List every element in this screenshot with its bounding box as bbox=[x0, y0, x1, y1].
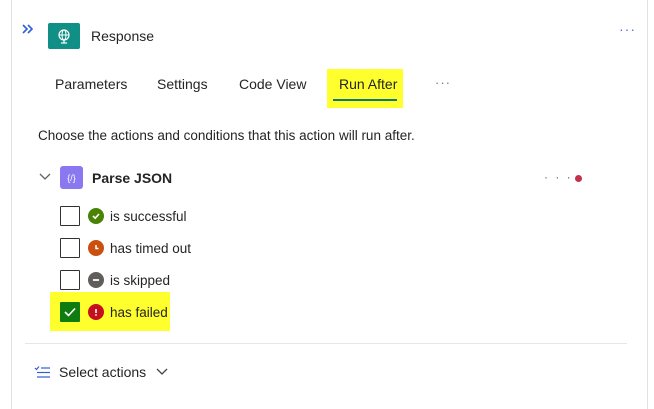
run-after-option-successful[interactable]: is successful bbox=[60, 206, 187, 226]
response-app-icon bbox=[48, 23, 80, 49]
checkmark-icon bbox=[64, 307, 76, 317]
more-options-button[interactable]: ··· bbox=[619, 21, 636, 37]
section-divider bbox=[25, 343, 627, 344]
checkbox-is-successful[interactable] bbox=[60, 206, 80, 226]
chevron-down-icon bbox=[155, 365, 169, 379]
tabs-overflow-button[interactable]: ··· bbox=[435, 75, 451, 90]
collapse-panel-button[interactable] bbox=[20, 21, 36, 37]
filter-list-icon bbox=[34, 366, 50, 378]
checkbox-has-failed[interactable] bbox=[60, 302, 80, 322]
parse-json-icon: {/} bbox=[60, 166, 83, 189]
select-actions-label: Select actions bbox=[59, 364, 147, 380]
option-label: is skipped bbox=[110, 272, 171, 288]
checkbox-has-timed-out[interactable] bbox=[60, 238, 80, 258]
error-icon bbox=[88, 304, 104, 320]
checkbox-is-skipped[interactable] bbox=[60, 270, 80, 290]
double-chevron-right-icon bbox=[22, 24, 34, 34]
select-actions-button[interactable]: Select actions bbox=[34, 364, 169, 380]
tab-run-after[interactable]: Run After bbox=[339, 76, 397, 92]
option-label: has failed bbox=[110, 304, 168, 320]
action-more-button[interactable]: · · · bbox=[544, 170, 573, 184]
tab-code-view[interactable]: Code View bbox=[239, 76, 306, 92]
check-circle-icon bbox=[88, 208, 104, 224]
run-after-option-skipped[interactable]: is skipped bbox=[60, 270, 170, 290]
option-label: is successful bbox=[110, 208, 187, 224]
page-title: Response bbox=[91, 28, 155, 44]
collapse-action-toggle[interactable] bbox=[38, 170, 52, 184]
left-divider bbox=[11, 0, 12, 409]
run-after-option-timed-out[interactable]: has timed out bbox=[60, 238, 191, 258]
option-label: has timed out bbox=[110, 240, 192, 256]
action-status-dot bbox=[575, 175, 582, 182]
run-after-option-failed[interactable]: has failed bbox=[60, 302, 168, 322]
tab-settings[interactable]: Settings bbox=[157, 76, 208, 92]
right-divider bbox=[647, 0, 648, 409]
globe-icon bbox=[58, 29, 70, 44]
chevron-down-icon bbox=[39, 173, 51, 180]
action-icon-glyph: {/} bbox=[67, 172, 76, 183]
tab-parameters[interactable]: Parameters bbox=[55, 76, 127, 92]
selected-tab-indicator bbox=[333, 99, 397, 101]
action-title: Parse JSON bbox=[92, 170, 173, 186]
skip-icon bbox=[88, 272, 104, 288]
run-after-description: Choose the actions and conditions that t… bbox=[38, 128, 415, 143]
clock-icon bbox=[88, 240, 104, 256]
